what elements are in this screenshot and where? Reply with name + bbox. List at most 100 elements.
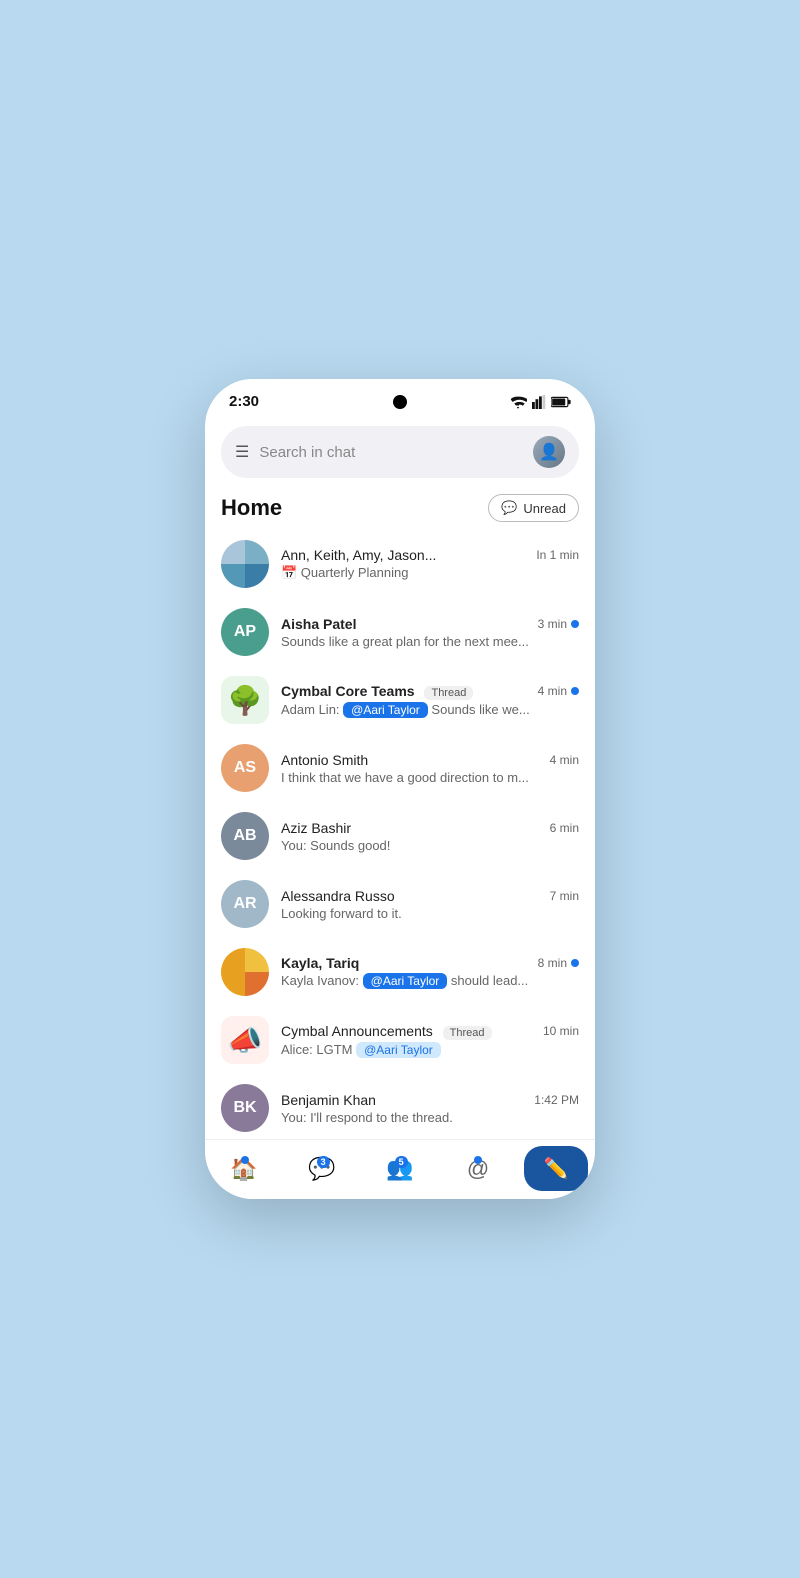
chat-name: Antonio Smith: [281, 752, 368, 768]
search-placeholder: Search in chat: [259, 444, 523, 461]
mention-tag: @Aari Taylor: [343, 702, 428, 718]
chat-content: Cymbal Announcements Thread 10 min Alice…: [281, 1023, 579, 1058]
unread-dot: [571, 620, 579, 628]
status-time: 2:30: [229, 393, 259, 410]
signal-icon: [532, 395, 546, 409]
chat-name: Aziz Bashir: [281, 820, 351, 836]
page-title: Home: [221, 495, 282, 521]
chat-content: Antonio Smith 4 min I think that we have…: [281, 752, 579, 785]
chat-avatar: AS: [221, 744, 269, 792]
chat-top: Kayla, Tariq 8 min: [281, 955, 579, 971]
status-bar: 2:30: [205, 379, 595, 418]
chat-name: Ann, Keith, Amy, Jason...: [281, 547, 436, 563]
chat-content: Cymbal Core Teams Thread 4 min Adam Lin:…: [281, 683, 579, 718]
chat-avatar: AB: [221, 812, 269, 860]
home-header: Home 💬 Unread: [205, 490, 595, 530]
list-item[interactable]: AB Aziz Bashir 6 min You: Sounds good!: [205, 802, 595, 870]
status-icons: [509, 395, 571, 409]
chat-preview: I think that we have a good direction to…: [281, 770, 579, 785]
chat-preview: You: Sounds good!: [281, 838, 579, 853]
chat-top: Antonio Smith 4 min: [281, 752, 579, 768]
unread-dot: [571, 687, 579, 695]
chat-time: In 1 min: [536, 548, 579, 562]
group-avatar: [221, 540, 269, 588]
chat-content: Aziz Bashir 6 min You: Sounds good!: [281, 820, 579, 853]
chat-avatar: 📣: [221, 1016, 269, 1064]
mention-tag: @Aari Taylor: [356, 1042, 441, 1058]
chat-preview: Adam Lin: @Aari Taylor Sounds like we...: [281, 702, 579, 718]
list-item[interactable]: AP Aisha Patel 3 min Sounds like a great…: [205, 598, 595, 666]
compose-button[interactable]: ✏️: [524, 1146, 589, 1191]
chat-time: 4 min: [550, 753, 579, 767]
chat-preview: 📅 Quarterly Planning: [281, 565, 579, 581]
user-avatar[interactable]: 👤: [533, 436, 565, 468]
chat-name: Alessandra Russo: [281, 888, 395, 904]
chat-avatar: 🌳: [221, 676, 269, 724]
list-item[interactable]: Kayla, Tariq 8 min Kayla Ivanov: @Aari T…: [205, 938, 595, 1006]
chat-time: 4 min: [538, 684, 579, 698]
unread-icon: 💬: [501, 500, 517, 516]
unread-label: Unread: [523, 501, 566, 516]
group-avatar: [221, 948, 269, 996]
chat-content: Benjamin Khan 1:42 PM You: I'll respond …: [281, 1092, 579, 1125]
unread-dot: [571, 959, 579, 967]
chat-content: Ann, Keith, Amy, Jason... In 1 min 📅 Qua…: [281, 547, 579, 581]
chat-preview: Sounds like a great plan for the next me…: [281, 634, 579, 649]
chat-time: 3 min: [538, 617, 579, 631]
chat-preview: Alice: LGTM @Aari Taylor: [281, 1042, 579, 1058]
chat-time: 6 min: [550, 821, 579, 835]
chat-avatar: AR: [221, 880, 269, 928]
chat-name: Kayla, Tariq: [281, 955, 359, 971]
chat-name: Aisha Patel: [281, 616, 356, 632]
chat-preview: Kayla Ivanov: @Aari Taylor should lead..…: [281, 973, 579, 989]
thread-badge: Thread: [443, 1026, 492, 1040]
list-item[interactable]: BK Benjamin Khan 1:42 PM You: I'll respo…: [205, 1074, 595, 1142]
list-item[interactable]: Ann, Keith, Amy, Jason... In 1 min 📅 Qua…: [205, 530, 595, 598]
chat-name: Cymbal Core Teams Thread: [281, 683, 473, 700]
search-bar[interactable]: ☰ Search in chat 👤: [221, 426, 579, 478]
spaces-badge: 5: [395, 1156, 408, 1168]
calendar-icon: 📅: [281, 565, 297, 580]
nav-spaces[interactable]: 👥 5: [361, 1146, 439, 1191]
chat-name: Benjamin Khan: [281, 1092, 376, 1108]
nav-mentions[interactable]: @: [439, 1146, 517, 1191]
chat-top: Aziz Bashir 6 min: [281, 820, 579, 836]
thread-badge: Thread: [424, 686, 473, 700]
chat-badge: 3: [317, 1156, 330, 1168]
chat-content: Alessandra Russo 7 min Looking forward t…: [281, 888, 579, 921]
chat-content: Aisha Patel 3 min Sounds like a great pl…: [281, 616, 579, 649]
chat-preview: You: I'll respond to the thread.: [281, 1110, 579, 1125]
unread-button[interactable]: 💬 Unread: [488, 494, 579, 522]
list-item[interactable]: 📣 Cymbal Announcements Thread 10 min Ali…: [205, 1006, 595, 1074]
chat-time: 1:42 PM: [534, 1093, 579, 1107]
chat-time: 8 min: [538, 956, 579, 970]
hamburger-icon[interactable]: ☰: [235, 442, 249, 462]
chat-top: Aisha Patel 3 min: [281, 616, 579, 632]
chat-name: Cymbal Announcements Thread: [281, 1023, 492, 1040]
chat-list: Ann, Keith, Amy, Jason... In 1 min 📅 Qua…: [205, 530, 595, 1180]
chat-top: Cymbal Core Teams Thread 4 min: [281, 683, 579, 700]
wifi-icon: [509, 395, 527, 409]
mention-tag: @Aari Taylor: [363, 973, 448, 989]
chat-time: 10 min: [543, 1024, 579, 1038]
battery-icon: [551, 396, 571, 408]
chat-content: Kayla, Tariq 8 min Kayla Ivanov: @Aari T…: [281, 955, 579, 989]
chat-preview: Looking forward to it.: [281, 906, 579, 921]
chat-top: Ann, Keith, Amy, Jason... In 1 min: [281, 547, 579, 563]
camera-dot: [393, 395, 407, 409]
chat-time: 7 min: [550, 889, 579, 903]
chat-avatar: BK: [221, 1084, 269, 1132]
bottom-nav: 🏠 💬 3 👥 5 @ ✏️: [205, 1139, 595, 1199]
list-item[interactable]: 🌳 Cymbal Core Teams Thread 4 min Adam Li…: [205, 666, 595, 734]
compose-icon: ✏️: [544, 1156, 569, 1181]
chat-avatar: AP: [221, 608, 269, 656]
chat-top: Benjamin Khan 1:42 PM: [281, 1092, 579, 1108]
list-item[interactable]: AR Alessandra Russo 7 min Looking forwar…: [205, 870, 595, 938]
list-item[interactable]: AS Antonio Smith 4 min I think that we h…: [205, 734, 595, 802]
nav-compose[interactable]: ✏️: [517, 1146, 595, 1191]
phone-frame: 2:30 ☰ Search in chat 👤: [205, 379, 595, 1199]
nav-home[interactable]: 🏠: [205, 1146, 283, 1191]
chat-top: Cymbal Announcements Thread 10 min: [281, 1023, 579, 1040]
nav-chat[interactable]: 💬 3: [283, 1146, 361, 1191]
chat-top: Alessandra Russo 7 min: [281, 888, 579, 904]
